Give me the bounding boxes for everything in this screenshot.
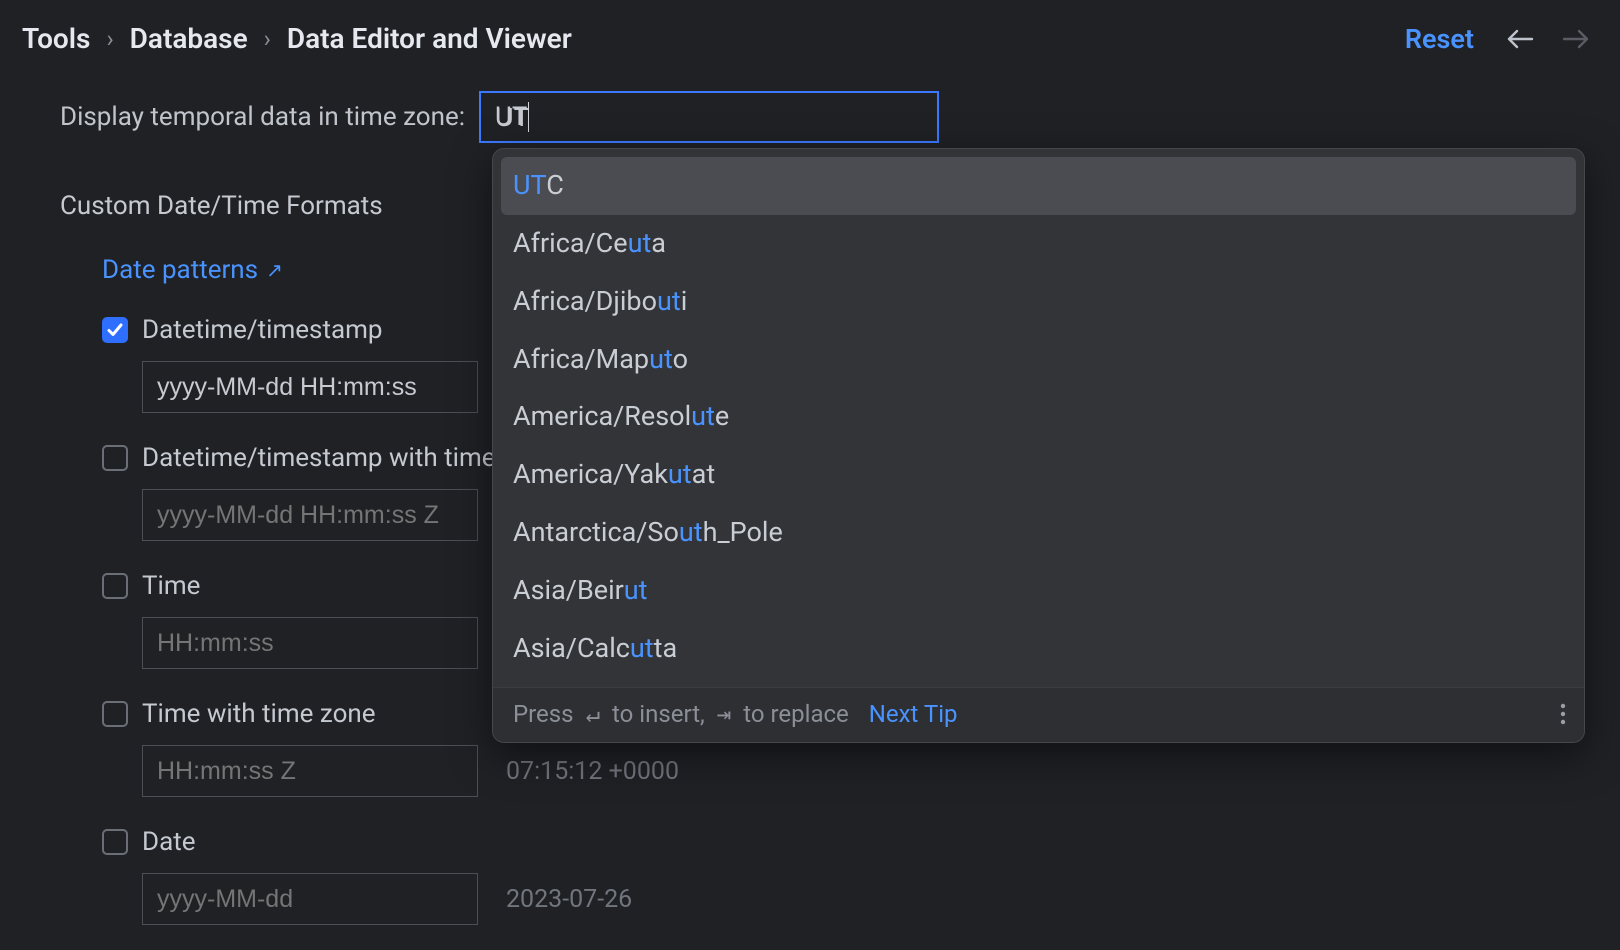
datetime-tz-checkbox[interactable] (102, 445, 128, 471)
breadcrumb-database[interactable]: Database (130, 22, 248, 55)
autocomplete-item[interactable]: Asia/Beirut (501, 562, 1576, 620)
autocomplete-footer-hint: Press ↵ to insert, ⇥ to replace Next Tip (513, 700, 958, 728)
autocomplete-item[interactable]: Africa/Ceuta (501, 215, 1576, 273)
breadcrumb: Tools › Database › Data Editor and Viewe… (22, 22, 572, 55)
timezone-input[interactable] (479, 91, 939, 143)
date-example: 2023-07-26 (506, 885, 632, 914)
autocomplete-item[interactable]: America/Yakutat (501, 446, 1576, 504)
datetime-checkbox[interactable] (102, 317, 128, 343)
breadcrumb-tools[interactable]: Tools (22, 22, 90, 55)
tab-key-icon: ⇥ (717, 700, 731, 728)
breadcrumb-data-editor[interactable]: Data Editor and Viewer (287, 22, 572, 55)
date-checkbox[interactable] (102, 829, 128, 855)
external-link-icon: ↗ (266, 258, 283, 282)
autocomplete-item[interactable]: Asia/Calcutta (501, 620, 1576, 678)
autocomplete-item[interactable]: America/Resolute (501, 388, 1576, 446)
timezone-label: Display temporal data in time zone: (60, 102, 465, 132)
more-options-icon[interactable] (1560, 703, 1566, 725)
datetime-format-input[interactable] (142, 361, 478, 413)
time-format-input[interactable] (142, 617, 478, 669)
forward-arrow-icon (1562, 28, 1590, 50)
reset-button[interactable]: Reset (1405, 23, 1474, 55)
time-tz-label: Time with time zone (142, 699, 376, 729)
timezone-autocomplete-popup: UTCAfrica/CeutaAfrica/DjiboutiAfrica/Map… (492, 148, 1585, 743)
autocomplete-item[interactable]: UTC (501, 157, 1576, 215)
time-checkbox[interactable] (102, 573, 128, 599)
time-tz-checkbox[interactable] (102, 701, 128, 727)
back-arrow-icon[interactable] (1506, 28, 1534, 50)
autocomplete-item[interactable]: Asia/Irkutsk (501, 678, 1576, 687)
autocomplete-item[interactable]: Antarctica/South_Pole (501, 504, 1576, 562)
chevron-right-icon: › (106, 25, 113, 53)
enter-key-icon: ↵ (586, 700, 600, 728)
date-label: Date (142, 827, 196, 857)
time-tz-format-input[interactable] (142, 745, 478, 797)
time-tz-example: 07:15:12 +0000 (506, 757, 679, 786)
date-format-input[interactable] (142, 873, 478, 925)
date-patterns-link[interactable]: Date patterns ↗ (102, 255, 283, 285)
autocomplete-item[interactable]: Africa/Maputo (501, 331, 1576, 389)
next-tip-link[interactable]: Next Tip (869, 700, 958, 728)
time-label: Time (142, 571, 200, 601)
datetime-label: Datetime/timestamp (142, 315, 383, 345)
autocomplete-item[interactable]: Africa/Djibouti (501, 273, 1576, 331)
autocomplete-list: UTCAfrica/CeutaAfrica/DjiboutiAfrica/Map… (493, 149, 1584, 687)
datetime-tz-format-input[interactable] (142, 489, 478, 541)
section-title: Custom Date/Time Formats (60, 191, 383, 221)
chevron-right-icon: › (264, 25, 271, 53)
